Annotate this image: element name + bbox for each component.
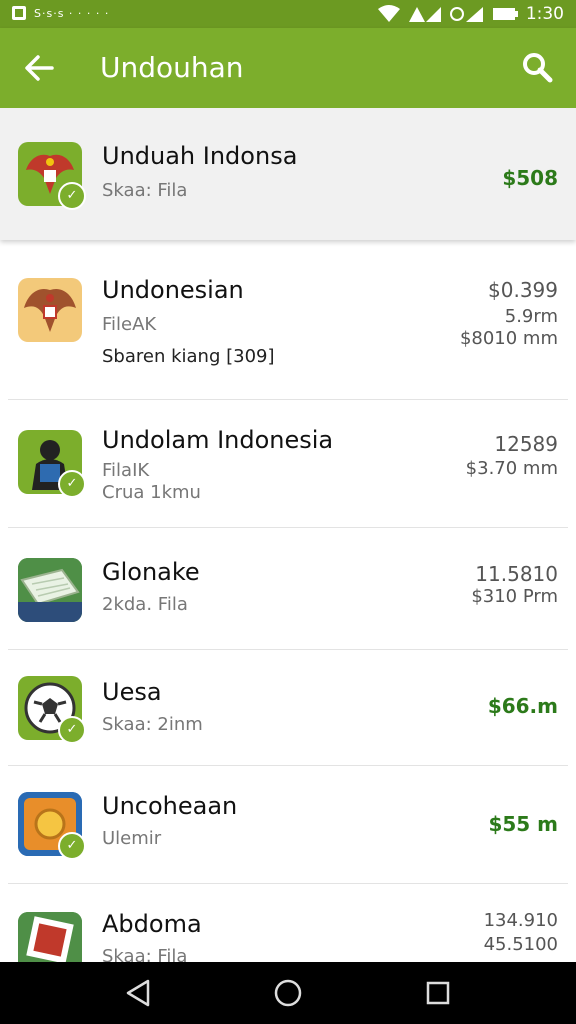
- signal-icon: [408, 7, 441, 22]
- photo-icon: [18, 912, 82, 962]
- list-item[interactable]: Undonesian FileAK Sbaren kiang [309] $0.…: [0, 252, 576, 400]
- status-bar: S·s·s · · · · · 1:30: [0, 0, 576, 28]
- garuda-icon: [24, 288, 76, 332]
- download-list: ✓ Unduah Indonsa Skaa: Fila $508 Undones…: [0, 108, 576, 962]
- item-amount: $0.399: [488, 278, 558, 302]
- item-amount: $55 m: [488, 812, 558, 836]
- check-badge-icon: ✓: [58, 182, 86, 210]
- triangle-back-icon: [126, 979, 150, 1007]
- item-name: Undonesian: [102, 276, 244, 304]
- back-button[interactable]: [22, 48, 56, 88]
- check-badge-icon: ✓: [58, 832, 86, 860]
- clock: 1:30: [525, 4, 564, 24]
- circle-home-icon: [274, 979, 302, 1007]
- nav-back-button[interactable]: [122, 977, 154, 1009]
- app-icon: [18, 558, 82, 622]
- item-name: Abdoma: [102, 910, 202, 938]
- item-name: Glonake: [102, 558, 200, 586]
- item-subtitle: FileAK: [102, 314, 157, 335]
- list-item[interactable]: Abdoma Skaa: Fila 134.910 45.5100: [0, 884, 576, 962]
- item-subtitle: 2kda. Fila: [102, 594, 188, 615]
- map-icon: [18, 558, 82, 622]
- item-name: Uesa: [102, 678, 162, 706]
- item-subtitle: Skaa: Fila: [102, 946, 188, 962]
- nav-recents-button[interactable]: [422, 977, 454, 1009]
- wifi-icon: [377, 5, 400, 22]
- list-item[interactable]: ✓ Unduah Indonsa Skaa: Fila $508: [0, 108, 576, 240]
- item-subtitle: Ulemir: [102, 828, 162, 849]
- item-subtitle: Skaa: 2inm: [102, 714, 203, 735]
- item-amount: 134.910: [483, 910, 558, 931]
- item-detail: Crua 1kmu: [102, 482, 201, 503]
- item-amount-secondary: $310 Prm: [471, 586, 558, 607]
- item-subtitle: FilaIK: [102, 460, 150, 481]
- app-icon: [18, 912, 82, 962]
- item-amount-secondary: 5.9rm: [504, 306, 558, 327]
- app-icon: ✓: [18, 792, 86, 860]
- list-item[interactable]: ✓ Uesa Skaa: 2inm $66.m: [0, 650, 576, 766]
- check-badge-icon: ✓: [58, 716, 86, 744]
- arrow-left-icon: [25, 55, 54, 81]
- app-icon: ✓: [18, 142, 86, 210]
- app-icon: ✓: [18, 430, 86, 498]
- item-name: Unduah Indonsa: [102, 142, 298, 170]
- square-recents-icon: [426, 981, 450, 1005]
- nav-home-button[interactable]: [272, 977, 304, 1009]
- item-amount: $66.m: [487, 694, 558, 718]
- search-button[interactable]: [520, 50, 554, 84]
- item-amount: 11.5810: [475, 562, 558, 586]
- battery-icon: [492, 8, 518, 20]
- item-name: Uncoheaan: [102, 792, 238, 820]
- item-amount: $508: [502, 166, 558, 190]
- page-title: Undouhan: [100, 51, 244, 84]
- list-item[interactable]: Glonake 2kda. Fila 11.5810 $310 Prm: [0, 528, 576, 650]
- item-amount-secondary: 45.5100: [483, 934, 558, 955]
- item-amount: 12589: [494, 432, 558, 456]
- item-name: Undolam Indonesia: [102, 426, 334, 454]
- app-icon: [18, 278, 82, 342]
- data-signal-icon: [449, 7, 483, 22]
- app-bar: Undouhan: [0, 28, 576, 108]
- check-badge-icon: ✓: [58, 470, 86, 498]
- navigation-bar: [0, 962, 576, 1024]
- status-left-text: S·s·s · · · · ·: [34, 6, 110, 20]
- list-item[interactable]: ✓ Undolam Indonesia FilaIK Crua 1kmu 125…: [0, 400, 576, 528]
- search-icon: [523, 53, 553, 83]
- list-item[interactable]: ✓ Uncoheaan Ulemir $55 m: [0, 766, 576, 884]
- app-icon: ✓: [18, 676, 86, 744]
- item-amount-secondary: $3.70 mm: [465, 458, 558, 479]
- item-detail: Sbaren kiang [309]: [102, 346, 275, 367]
- item-subtitle: Skaa: Fila: [102, 180, 188, 201]
- notification-icon: [12, 6, 26, 20]
- item-amount-tertiary: $8010 mm: [459, 328, 558, 349]
